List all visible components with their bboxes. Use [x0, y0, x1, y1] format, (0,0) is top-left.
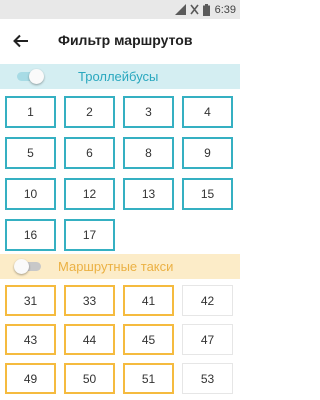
battery-icon	[202, 3, 210, 16]
no-sim-icon	[189, 4, 199, 15]
taxi-section-header: Маршрутные такси	[0, 254, 240, 279]
trolley-route-button[interactable]: 17	[64, 219, 115, 251]
trolley-route-button[interactable]: 4	[182, 96, 233, 128]
taxi-toggle[interactable]	[14, 259, 44, 274]
status-bar: 6:39	[0, 0, 240, 19]
page-title: Фильтр маршрутов	[58, 32, 193, 48]
trolley-routes-grid: 1 2 3 4 5 6 8 9 10 12 13 15 16 17	[5, 96, 237, 251]
taxi-route-button[interactable]: 33	[64, 285, 115, 316]
trolley-route-button[interactable]: 13	[123, 178, 174, 210]
trolley-toggle[interactable]	[14, 69, 44, 84]
trolley-route-button[interactable]: 16	[5, 219, 56, 251]
status-time: 6:39	[214, 3, 236, 16]
app-bar: Фильтр маршрутов	[0, 19, 240, 64]
trolley-route-button[interactable]: 8	[123, 137, 174, 169]
taxi-route-button[interactable]: 53	[182, 363, 233, 394]
taxi-toggle-thumb	[14, 259, 29, 274]
status-icons: 6:39	[174, 2, 236, 17]
trolley-route-button[interactable]: 10	[5, 178, 56, 210]
taxi-route-button[interactable]: 49	[5, 363, 56, 394]
arrow-left-icon[interactable]	[11, 31, 31, 51]
trolley-route-button[interactable]: 15	[182, 178, 233, 210]
trolley-route-button[interactable]: 12	[64, 178, 115, 210]
trolley-route-button[interactable]: 2	[64, 96, 115, 128]
trolley-route-button[interactable]: 9	[182, 137, 233, 169]
taxi-section-title: Маршрутные такси	[58, 259, 174, 274]
taxi-route-button[interactable]: 43	[5, 324, 56, 355]
taxi-route-button[interactable]: 31	[5, 285, 56, 316]
taxi-route-button[interactable]: 41	[123, 285, 174, 316]
taxi-route-button[interactable]: 42	[182, 285, 233, 316]
taxi-route-button[interactable]: 45	[123, 324, 174, 355]
taxi-route-button[interactable]: 50	[64, 363, 115, 394]
trolley-route-button[interactable]: 6	[64, 137, 115, 169]
trolley-section-header: Троллейбусы	[0, 64, 240, 89]
taxi-routes-grid: 31 33 41 42 43 44 45 47 49 50 51 53	[5, 285, 237, 394]
taxi-route-button[interactable]: 44	[64, 324, 115, 355]
taxi-route-button[interactable]: 47	[182, 324, 233, 355]
trolley-route-button[interactable]: 1	[5, 96, 56, 128]
signal-icon	[174, 4, 186, 15]
taxi-route-button[interactable]: 51	[123, 363, 174, 394]
trolley-route-button[interactable]: 5	[5, 137, 56, 169]
trolley-toggle-thumb	[29, 69, 44, 84]
trolley-route-button[interactable]: 3	[123, 96, 174, 128]
trolley-section-title: Троллейбусы	[78, 69, 159, 84]
